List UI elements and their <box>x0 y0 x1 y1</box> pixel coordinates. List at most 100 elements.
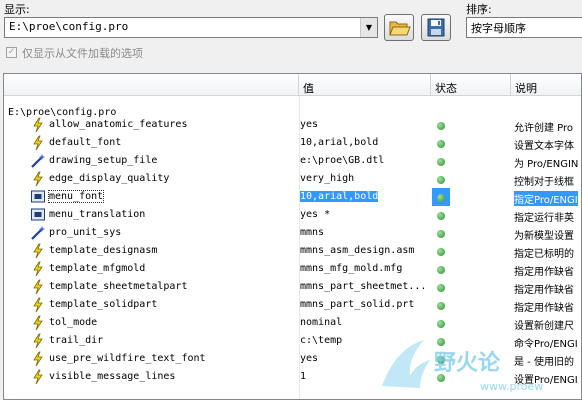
option-row[interactable]: tol_mode nominal 设置新创建尺 <box>4 314 581 332</box>
sort-value: 按字母顺序 <box>471 22 526 35</box>
sort-select[interactable]: 按字母顺序 <box>466 17 582 38</box>
option-value: mmns <box>300 227 325 238</box>
status-ok-icon <box>437 284 445 292</box>
lightning-icon <box>30 369 46 385</box>
column-header-option[interactable] <box>4 74 299 96</box>
lightning-icon <box>30 243 46 259</box>
lightning-icon <box>30 315 46 331</box>
option-value: 10,arial,bold <box>300 137 379 148</box>
option-name: template_mfgmold <box>49 263 146 274</box>
option-value: very_high <box>300 173 355 184</box>
screen-icon <box>30 189 46 205</box>
option-name: visible_message_lines <box>49 371 176 382</box>
status-ok-icon <box>437 176 445 184</box>
option-value: yes <box>300 353 319 364</box>
option-description: 命令Pro/ENGI <box>514 339 578 350</box>
status-ok-icon <box>437 140 445 148</box>
option-description: 指定已标明的 <box>514 249 574 260</box>
status-ok-icon <box>437 266 445 274</box>
lightning-icon <box>30 279 46 295</box>
lightning-icon <box>30 171 46 187</box>
option-value: yes <box>300 119 319 130</box>
status-ok-icon <box>437 320 445 328</box>
lightning-icon <box>30 351 46 367</box>
option-description: 指定Pro/ENGI <box>514 191 578 206</box>
status-ok-icon <box>437 230 445 238</box>
option-row[interactable]: template_solidpart mmns_part_solid.prt 指定用… <box>4 296 581 314</box>
lightning-icon <box>30 117 46 133</box>
option-row[interactable]: template_designasm mmns_asm_design.asm 指定已… <box>4 242 581 260</box>
option-name: allow_anatomic_features <box>49 119 188 130</box>
sort-label: 排序: <box>466 3 492 16</box>
option-name: template_solidpart <box>49 299 158 310</box>
option-row[interactable]: allow_anatomic_features yes 允许创建 Pro <box>4 116 581 134</box>
option-value: e:\proe\GB.dtl <box>300 155 385 166</box>
option-name: tol_mode <box>49 317 98 328</box>
option-description: 设置文本字体 <box>514 141 574 152</box>
option-value: mmns_part_solid.prt <box>300 299 415 310</box>
column-header-status-label: 状态 <box>435 82 457 95</box>
option-name: drawing_setup_file <box>49 155 158 166</box>
option-value: 10,arial,bold <box>300 191 379 202</box>
lightning-icon <box>30 261 46 277</box>
screen-icon <box>30 207 46 223</box>
option-name: template_sheetmetalpart <box>49 281 188 292</box>
option-row[interactable]: trail_dir c:\temp 命令Pro/ENGI <box>4 332 581 350</box>
option-description: 设置新创建尺 <box>514 321 574 332</box>
option-row[interactable]: edge_display_quality very_high 控制对于线框 <box>4 170 581 188</box>
column-header-value[interactable]: 值 <box>299 74 431 96</box>
option-row[interactable]: default_font 10,arial,bold 设置文本字体 <box>4 134 581 152</box>
option-name: menu_font <box>47 190 105 203</box>
show-loaded-only-label: 仅显示从文件加载的选项 <box>22 47 143 60</box>
option-name: trail_dir <box>49 335 104 346</box>
status-ok-icon <box>437 338 445 346</box>
status-ok-icon <box>437 248 445 256</box>
option-description: 指定用作缺省 <box>514 303 574 314</box>
option-name: default_font <box>49 137 122 148</box>
option-name: use_pre_wildfire_text_font <box>49 353 206 364</box>
option-row[interactable]: menu_font 10,arial,bold 指定Pro/ENGI <box>4 188 581 206</box>
column-header-description-label: 说明 <box>515 82 537 95</box>
option-row[interactable]: template_sheetmetalpart mmns_part_sheetme… <box>4 278 581 296</box>
option-description: 指定运行非英 <box>514 213 574 224</box>
chevron-down-icon[interactable]: ▼ <box>360 18 377 37</box>
option-row[interactable]: menu_translation yes * 指定运行非英 <box>4 206 581 224</box>
status-ok-icon <box>437 356 445 364</box>
option-value: c:\temp <box>300 335 343 346</box>
open-file-button[interactable] <box>384 14 414 41</box>
option-name: pro_unit_sys <box>49 227 122 238</box>
option-row[interactable]: visible_message_lines 1 设置Pro/ENGI <box>4 368 581 386</box>
option-name: template_designasm <box>49 245 158 256</box>
config-file-value: E:\proe\config.pro <box>9 20 129 33</box>
option-value: 1 <box>300 371 307 382</box>
column-header-description[interactable]: 说明 <box>511 74 581 96</box>
lightning-icon <box>30 333 46 349</box>
wand-icon <box>30 225 46 241</box>
options-list[interactable]: 值 状态 说明 E:\proe\config.pro allow_anatomi… <box>3 73 582 400</box>
status-ok-icon <box>437 122 445 130</box>
option-description: 为新模型设置 <box>514 231 574 242</box>
option-row[interactable]: use_pre_wildfire_text_font yes 是 - 使用旧的 <box>4 350 581 368</box>
option-value: mmns_mfg_mold.mfg <box>300 263 403 274</box>
column-header-status[interactable]: 状态 <box>431 74 511 96</box>
status-ok-icon <box>437 212 445 220</box>
option-value: nominal <box>300 317 343 328</box>
option-value: mmns_part_sheetmet... <box>300 281 427 292</box>
option-row[interactable]: drawing_setup_file e:\proe\GB.dtl 为 Pro/EN… <box>4 152 581 170</box>
option-value: yes * <box>300 209 331 220</box>
option-row[interactable]: pro_unit_sys mmns 为新模型设置 <box>4 224 581 242</box>
column-header-value-label: 值 <box>303 82 314 95</box>
show-loaded-only-checkbox[interactable]: ✓ <box>6 47 17 58</box>
option-description: 为 Pro/ENGIN <box>514 159 579 170</box>
option-row[interactable]: template_mfgmold mmns_mfg_mold.mfg 指定用作缺省 <box>4 260 581 278</box>
option-name: edge_display_quality <box>49 173 170 184</box>
option-name: menu_translation <box>49 209 146 220</box>
lightning-icon <box>30 297 46 313</box>
option-value: mmns_asm_design.asm <box>300 245 415 256</box>
open-folder-icon <box>389 21 411 36</box>
config-file-select[interactable]: E:\proe\config.pro ▼ <box>4 17 378 38</box>
save-file-button[interactable] <box>421 14 451 41</box>
status-ok-icon <box>437 374 445 382</box>
status-ok-icon <box>437 158 445 166</box>
status-ok-icon <box>437 194 445 202</box>
